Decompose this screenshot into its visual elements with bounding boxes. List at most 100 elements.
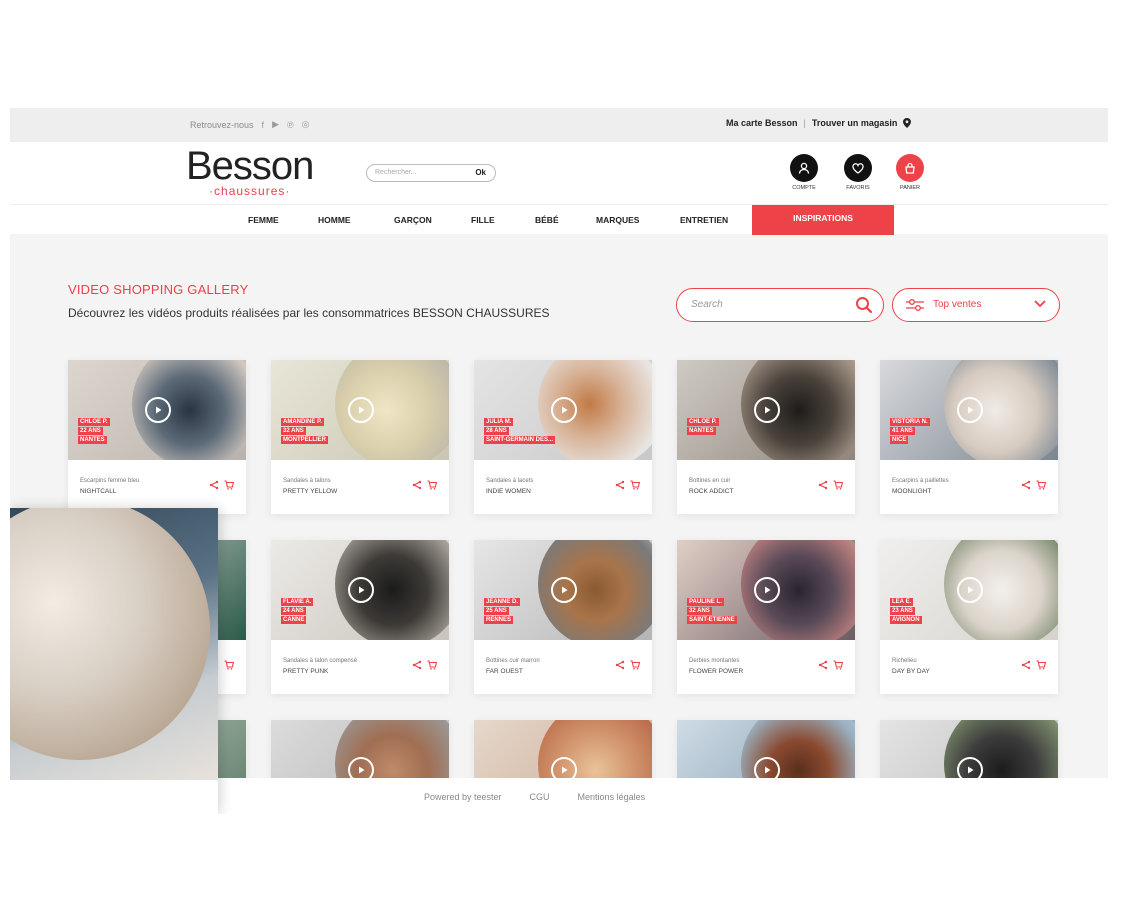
card-image[interactable]: FLAVIE A. 24 ANS CANNE — [271, 540, 449, 640]
share-icon[interactable] — [1021, 480, 1031, 490]
share-icon[interactable] — [615, 660, 625, 670]
play-icon[interactable] — [145, 397, 171, 423]
video-card[interactable]: CHLOE P. NANTES Bottines en cuir ROCK AD… — [677, 360, 855, 514]
author-city-tag: NANTES — [687, 427, 716, 435]
card-image[interactable]: JEANNE D. 25 ANS RENNES — [474, 540, 652, 640]
video-preview-panel[interactable] — [10, 508, 218, 814]
author-age-tag: 24 ANS — [281, 607, 306, 615]
play-icon[interactable] — [348, 577, 374, 603]
nav-item-inspirations[interactable]: INSPIRATIONS — [752, 205, 894, 235]
nav-item-entretien[interactable]: ENTRETIEN — [680, 215, 728, 225]
facebook-icon[interactable]: f — [262, 120, 265, 130]
play-icon[interactable] — [754, 397, 780, 423]
card-image[interactable]: PAULINE L. 32 ANS SAINT-ETIENNE — [677, 540, 855, 640]
search-ok-button[interactable]: Ok — [475, 168, 486, 177]
cart-icon[interactable] — [427, 480, 437, 490]
share-icon[interactable] — [818, 480, 828, 490]
powered-by-link[interactable]: Powered by teester — [424, 792, 502, 802]
author-city-tag: MONTPELLIER — [281, 436, 328, 444]
card-image[interactable]: CHLOE P. NANTES — [677, 360, 855, 460]
video-card[interactable]: PAULINE L. 32 ANS SAINT-ETIENNE Derbies … — [677, 540, 855, 694]
nav-item-marques[interactable]: MARQUES — [596, 215, 639, 225]
gallery-title: VIDEO SHOPPING GALLERY — [68, 282, 249, 297]
gallery-search[interactable]: Search — [676, 288, 884, 322]
share-icon[interactable] — [615, 480, 625, 490]
play-icon[interactable] — [957, 577, 983, 603]
card-image[interactable]: AMANDINE P. 32 ANS MONTPELLIER — [271, 360, 449, 460]
logo[interactable]: Besson ·chaussures· — [186, 146, 314, 198]
play-icon[interactable] — [957, 397, 983, 423]
cart-icon[interactable] — [833, 480, 843, 490]
nav-item-fille[interactable]: FILLE — [471, 215, 495, 225]
cgu-link[interactable]: CGU — [530, 792, 550, 802]
card-image[interactable]: LEA E. 23 ANS AVIGNON — [880, 540, 1058, 640]
video-card[interactable]: JULIA M. 28 ANS SAINT-GERMAIN DES... San… — [474, 360, 652, 514]
sort-dropdown[interactable]: Top ventes — [892, 288, 1060, 322]
account-label: COMPTE — [792, 185, 816, 191]
card-actions — [209, 480, 234, 490]
footer-links: Powered by teester CGU Mentions légales — [424, 792, 645, 802]
nav-item-bebe[interactable]: BÉBÉ — [535, 215, 559, 225]
header-search[interactable]: Rechercher... Ok — [366, 164, 496, 182]
favorites-label: FAVORIS — [846, 185, 870, 191]
video-card[interactable]: JEANNE D. 25 ANS RENNES Bottines cuir ma… — [474, 540, 652, 694]
author-name-tag: JULIA M. — [484, 418, 514, 426]
play-icon[interactable] — [348, 397, 374, 423]
share-icon[interactable] — [209, 480, 219, 490]
product-name: ROCK ADDICT — [689, 488, 734, 495]
account-button[interactable]: COMPTE — [784, 154, 824, 191]
card-actions — [1021, 480, 1046, 490]
video-preview-image[interactable] — [10, 508, 218, 780]
cart-icon[interactable] — [833, 660, 843, 670]
play-icon[interactable] — [754, 577, 780, 603]
video-card[interactable]: AMANDINE P. 32 ANS MONTPELLIER Sandales … — [271, 360, 449, 514]
card-actions — [1021, 660, 1046, 670]
product-type: Derbies montantes — [689, 658, 740, 664]
video-card[interactable]: CHLOE P. 22 ANS NANTES Escarpins femme b… — [68, 360, 246, 514]
share-icon[interactable] — [1021, 660, 1031, 670]
search-icon[interactable] — [855, 296, 873, 314]
video-card[interactable]: VISTORIA N. 41 ANS NICE Escarpins à pail… — [880, 360, 1058, 514]
cart-icon[interactable] — [224, 480, 234, 490]
cart-icon[interactable] — [1036, 480, 1046, 490]
share-icon[interactable] — [412, 660, 422, 670]
author-age-tag: 28 ANS — [484, 427, 509, 435]
author-tags: LEA E. 23 ANS AVIGNON — [890, 598, 922, 624]
card-actions — [818, 660, 843, 670]
share-icon[interactable] — [412, 480, 422, 490]
card-image[interactable]: JULIA M. 28 ANS SAINT-GERMAIN DES... — [474, 360, 652, 460]
nav-item-homme[interactable]: HOMME — [318, 215, 351, 225]
cart-icon[interactable] — [630, 480, 640, 490]
legal-link[interactable]: Mentions légales — [578, 792, 646, 802]
author-city-tag: NANTES — [78, 436, 107, 444]
nav-item-garcon[interactable]: GARÇON — [394, 215, 432, 225]
author-tags: PAULINE L. 32 ANS SAINT-ETIENNE — [687, 598, 737, 624]
pinterest-icon[interactable]: ℗ — [287, 120, 294, 130]
nav-item-femme[interactable]: FEMME — [248, 215, 279, 225]
card-image[interactable]: VISTORIA N. 41 ANS NICE — [880, 360, 1058, 460]
video-card[interactable]: FLAVIE A. 24 ANS CANNE Sandales à talon … — [271, 540, 449, 694]
product-name: INDIE WOMEN — [486, 488, 531, 495]
play-icon[interactable] — [551, 577, 577, 603]
main-nav: FEMME HOMME GARÇON FILLE BÉBÉ MARQUES EN… — [10, 204, 1108, 235]
cart-icon[interactable] — [427, 660, 437, 670]
gallery-search-placeholder: Search — [691, 299, 723, 310]
instagram-icon[interactable]: ◎ — [302, 119, 310, 130]
store-link[interactable]: Trouver un magasin — [812, 118, 898, 128]
product-type: Sandales à talon compensé — [283, 658, 358, 664]
favorites-button[interactable]: FAVORIS — [838, 154, 878, 191]
share-icon[interactable] — [818, 660, 828, 670]
author-age-tag: 32 ANS — [687, 607, 712, 615]
cart-button[interactable]: PANIER — [890, 154, 930, 191]
card-image[interactable]: CHLOE P. 22 ANS NANTES — [68, 360, 246, 460]
filter-sliders-icon — [906, 299, 924, 311]
cart-icon[interactable] — [224, 660, 234, 670]
youtube-icon[interactable]: ▶ — [272, 119, 279, 130]
author-age-tag: 41 ANS — [890, 427, 915, 435]
follow-label: Retrouvez-nous — [190, 119, 254, 130]
video-card[interactable]: LEA E. 23 ANS AVIGNON Richelieu DAY BY D… — [880, 540, 1058, 694]
author-name-tag: CHLOE P. — [687, 418, 719, 426]
cart-icon[interactable] — [1036, 660, 1046, 670]
cart-icon[interactable] — [630, 660, 640, 670]
card-link[interactable]: Ma carte Besson — [726, 118, 798, 128]
